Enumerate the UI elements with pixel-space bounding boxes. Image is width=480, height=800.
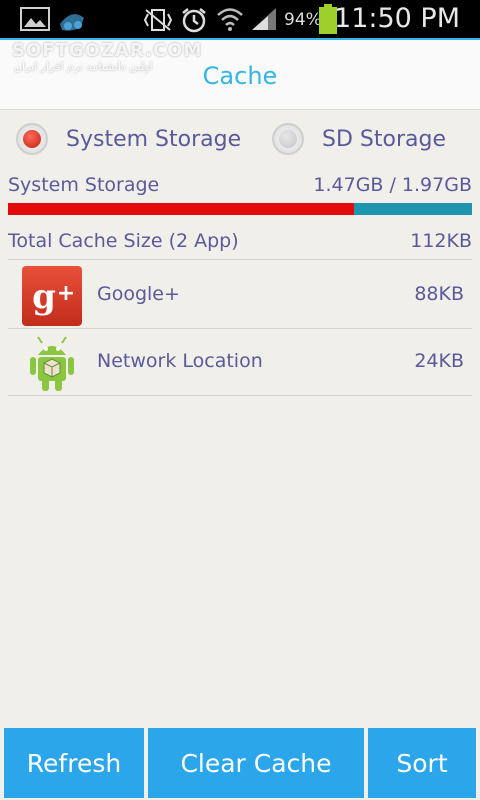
alarm-icon — [182, 8, 206, 33]
gallery-icon — [20, 7, 50, 31]
radio-sd-storage[interactable]: SD Storage — [272, 118, 446, 160]
divider — [8, 259, 472, 260]
radio-selected-icon — [16, 123, 48, 155]
clear-cache-button[interactable]: Clear Cache — [148, 728, 364, 798]
storage-usage: 1.47GB / 1.97GB — [313, 174, 472, 196]
storage-usage-bar — [8, 203, 472, 215]
battery-percent: 94% — [284, 10, 322, 30]
signal-icon — [252, 8, 276, 30]
app-name: Network Location — [97, 350, 263, 372]
clock: 11:50 PM — [334, 3, 460, 34]
watermark-brand: SOFTGOZAR.COM — [12, 40, 203, 61]
radio-system-storage-label: System Storage — [66, 126, 242, 152]
wifi-icon — [217, 8, 243, 31]
status-bar: 94% 11:50 PM — [0, 0, 480, 38]
android-icon — [30, 336, 74, 391]
app-cache-size: 88KB — [414, 283, 464, 305]
sort-button[interactable]: Sort — [368, 728, 476, 798]
divider — [8, 395, 472, 396]
vibrate-icon — [143, 9, 173, 31]
radio-sd-storage-label: SD Storage — [322, 126, 446, 152]
page-title: Cache — [202, 62, 278, 90]
title-bar: SOFTGOZAR.COM اولین دانشنامه نرم افزار ا… — [0, 38, 480, 110]
app-cache-size: 24KB — [414, 350, 464, 372]
list-item[interactable]: Network Location 24KB — [8, 329, 472, 395]
app-name: Google+ — [97, 283, 180, 305]
refresh-button[interactable]: Refresh — [4, 728, 144, 798]
storage-usage-bar-fill — [8, 203, 355, 215]
app-notification-icon — [60, 14, 84, 31]
list-item[interactable]: g + Google+ 88KB — [8, 262, 472, 328]
svg-text:g: g — [32, 277, 56, 317]
total-cache-label: Total Cache Size (2 App) — [8, 230, 239, 252]
svg-text:+: + — [57, 281, 75, 306]
radio-unselected-icon — [272, 123, 304, 155]
radio-system-storage[interactable]: System Storage — [16, 118, 241, 160]
google-plus-icon: g + — [22, 266, 82, 326]
storage-label: System Storage — [8, 174, 160, 196]
total-cache-size: 112KB — [410, 230, 472, 252]
